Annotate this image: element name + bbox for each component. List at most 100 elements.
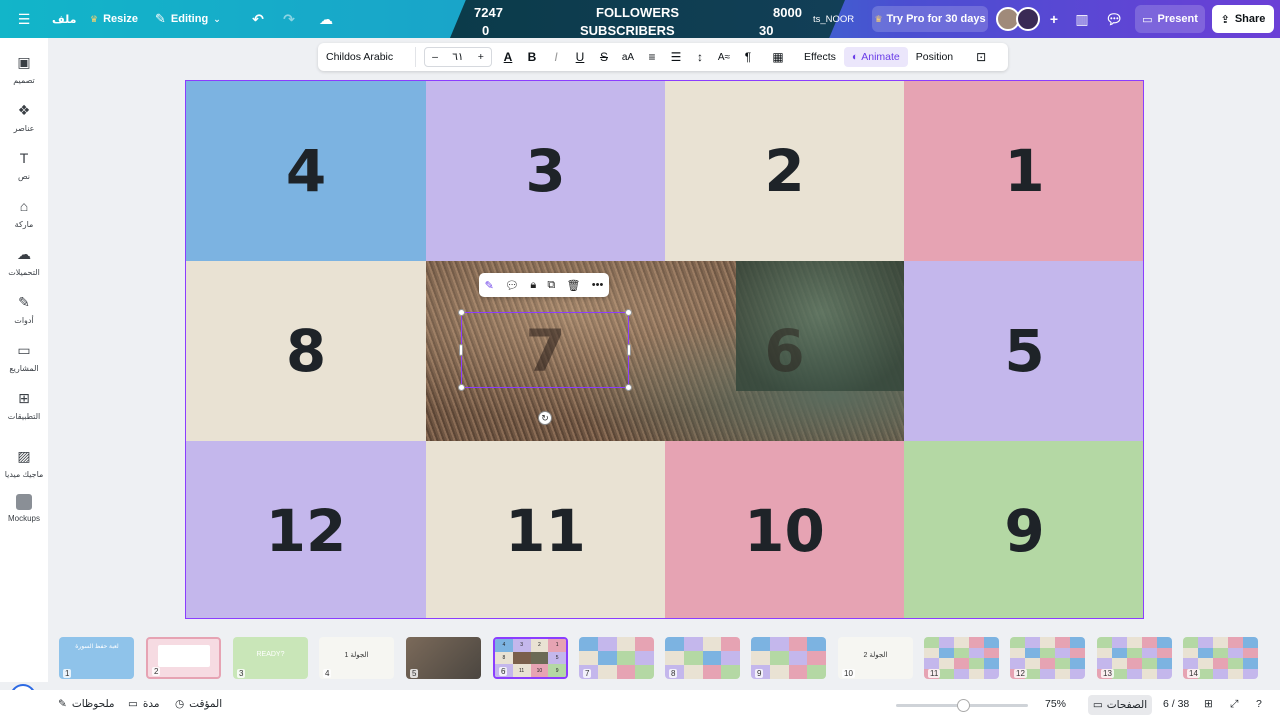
duplicate-icon[interactable]: ⧉ [547,279,555,292]
resize-handle[interactable] [625,384,632,391]
mini-cell [579,651,598,665]
list-button[interactable]: ☰ [664,47,688,67]
spacing-button[interactable]: ↕ [688,47,712,67]
sidebar-item-magic-media[interactable]: ▨ ماجيك ميديا [0,446,48,480]
page-counter[interactable]: 6 / 38 [1163,698,1189,710]
grid-cell[interactable]: 6 [665,261,904,441]
magic-edit-icon[interactable]: ✎ [485,279,494,292]
comments-button[interactable]: 💬︎ [1104,0,1124,38]
zoom-slider-knob[interactable] [957,699,970,712]
sidebar-item-elements[interactable]: ❖ عناصر [0,100,48,134]
sidebar-item-brand[interactable]: ⌂ ماركة [0,196,48,229]
grid-cell[interactable]: 5 [904,261,1143,441]
font-size-value[interactable]: ٦١ [452,51,463,63]
sidebar-item-design[interactable]: ▣ تصميم [0,52,48,86]
font-family-select[interactable]: Childos Arabic [326,47,416,67]
rotate-handle[interactable]: ↻ [538,411,552,425]
sidebar-item-mockups[interactable]: Mockups [0,494,48,523]
paragraph-button[interactable]: ¶ [736,47,760,67]
share-label: Share [1234,13,1266,25]
strikethrough-button[interactable]: S [592,47,616,67]
animate-button[interactable]: ◐ Animate [843,47,908,67]
text-effects-button[interactable]: A≈ [712,47,736,67]
zoom-level[interactable]: 75% [1045,698,1066,710]
sidebar-item-projects[interactable]: ▭ المشاريع [0,340,48,374]
grid-cell[interactable]: 11 [426,441,665,618]
sidebar-item-draw[interactable]: ✎ أدوات [0,292,48,326]
page-thumbnail[interactable]: 12 [1010,637,1085,679]
page-thumbnail[interactable]: 7 [579,637,654,679]
page-thumbnail[interactable]: 2 [146,637,221,679]
page-thumbnail[interactable]: لعبة حفظ السورة 1 [59,637,134,679]
sidebar-item-label: عناصر [13,124,35,133]
page-thumbnail[interactable]: 5 [406,637,481,679]
font-size-stepper[interactable]: – ٦١ + [424,47,492,67]
pages-button[interactable]: ▭ الصفحات [1088,695,1152,715]
text-selection-box[interactable] [458,309,632,391]
timer-button[interactable]: ◷ المؤقت [175,698,222,710]
effects-button[interactable]: Effects [796,47,844,67]
resize-handle[interactable] [458,309,465,316]
present-button[interactable]: ▭ Present [1135,5,1205,33]
position-button[interactable]: Position [908,47,961,67]
increase-font-button[interactable]: + [478,51,484,63]
page-thumbnail[interactable]: الجولة 1 4 [319,637,394,679]
resize-button[interactable]: ♛ Resize [90,0,138,38]
grid-view-button[interactable]: ⊞ [1204,698,1213,710]
try-pro-button[interactable]: ♛ Try Pro for 30 days [872,6,988,32]
page-thumbnail[interactable]: 13 [1097,637,1172,679]
notes-button[interactable]: ✎ ملحوظات [58,698,115,710]
help-icon: ? [1256,698,1262,710]
resize-handle[interactable] [459,344,463,356]
text-color-button[interactable]: A [496,47,520,67]
page-thumbnail[interactable]: 8 [665,637,740,679]
page-thumbnail[interactable]: 14 [1183,637,1258,679]
fullscreen-button[interactable]: ⤢ [1230,698,1238,711]
help-button[interactable]: ? [1256,698,1262,710]
page-thumbnail[interactable]: 11 [924,637,999,679]
grid-cell[interactable]: 8 [186,261,426,441]
sidebar-item-text[interactable]: T نص [0,148,48,181]
sidebar-item-apps[interactable]: ⊞ التطبيقات [0,388,48,422]
bold-button[interactable]: B [520,47,544,67]
avatar[interactable] [1016,7,1040,31]
insights-button[interactable]: ▥ [1072,0,1092,38]
letter-case-button[interactable]: aA [616,47,640,67]
transparency-button[interactable]: ▦ [766,47,790,67]
notes-icon: ✎ [58,698,67,710]
lock-icon[interactable]: 🔒︎ [530,279,536,292]
page-thumbnail[interactable]: READY? 3 [233,637,308,679]
grid-cell[interactable]: 4 [186,81,426,261]
resize-handle[interactable] [625,309,632,316]
align-button[interactable]: ≡ [640,47,664,67]
grid-cell[interactable]: 3 [426,81,665,261]
underline-button[interactable]: U [568,47,592,67]
duration-button[interactable]: ▭ مدة [128,698,160,710]
grid-cell[interactable]: 10 [665,441,904,618]
comment-add-icon[interactable]: 💬︎ [505,279,519,292]
share-button[interactable]: ⇪ Share [1212,5,1274,33]
page-thumbnail[interactable]: 9 [751,637,826,679]
design-canvas[interactable]: 4 3 2 1 8 7 6 5 12 11 10 9 ✎ 💬︎ 🔒︎ ⧉ 🗑︎ … [185,80,1144,619]
cloud-save-status[interactable]: ☁ [316,0,336,38]
file-menu[interactable]: ملف [52,0,76,38]
grid-cell[interactable]: 12 [186,441,426,618]
italic-button[interactable]: I [544,47,568,67]
add-collaborator-button[interactable]: + [1044,0,1064,38]
decrease-font-button[interactable]: – [432,51,438,63]
page-thumbnail[interactable]: الجولة 2 10 [838,637,913,679]
sidebar-item-uploads[interactable]: ☁ التحميلات [0,244,48,278]
redo-button[interactable]: ↷ [279,0,299,38]
grid-cell[interactable]: 2 [665,81,904,261]
grid-cell[interactable]: 1 [904,81,1143,261]
menu-button[interactable]: ☰ [14,0,34,38]
grid-cell[interactable]: 9 [904,441,1143,618]
more-icon[interactable]: ••• [592,279,604,291]
resize-handle[interactable] [458,384,465,391]
resize-handle[interactable] [627,344,631,356]
copy-style-button[interactable]: ⊡ [969,47,993,67]
page-thumbnail-current[interactable]: 4321 85 1211109 6 [493,637,568,679]
undo-button[interactable]: ↶ [248,0,268,38]
editing-dropdown[interactable]: ✎ Editing ⌄ [155,0,221,38]
trash-icon[interactable]: 🗑︎ [567,279,581,292]
